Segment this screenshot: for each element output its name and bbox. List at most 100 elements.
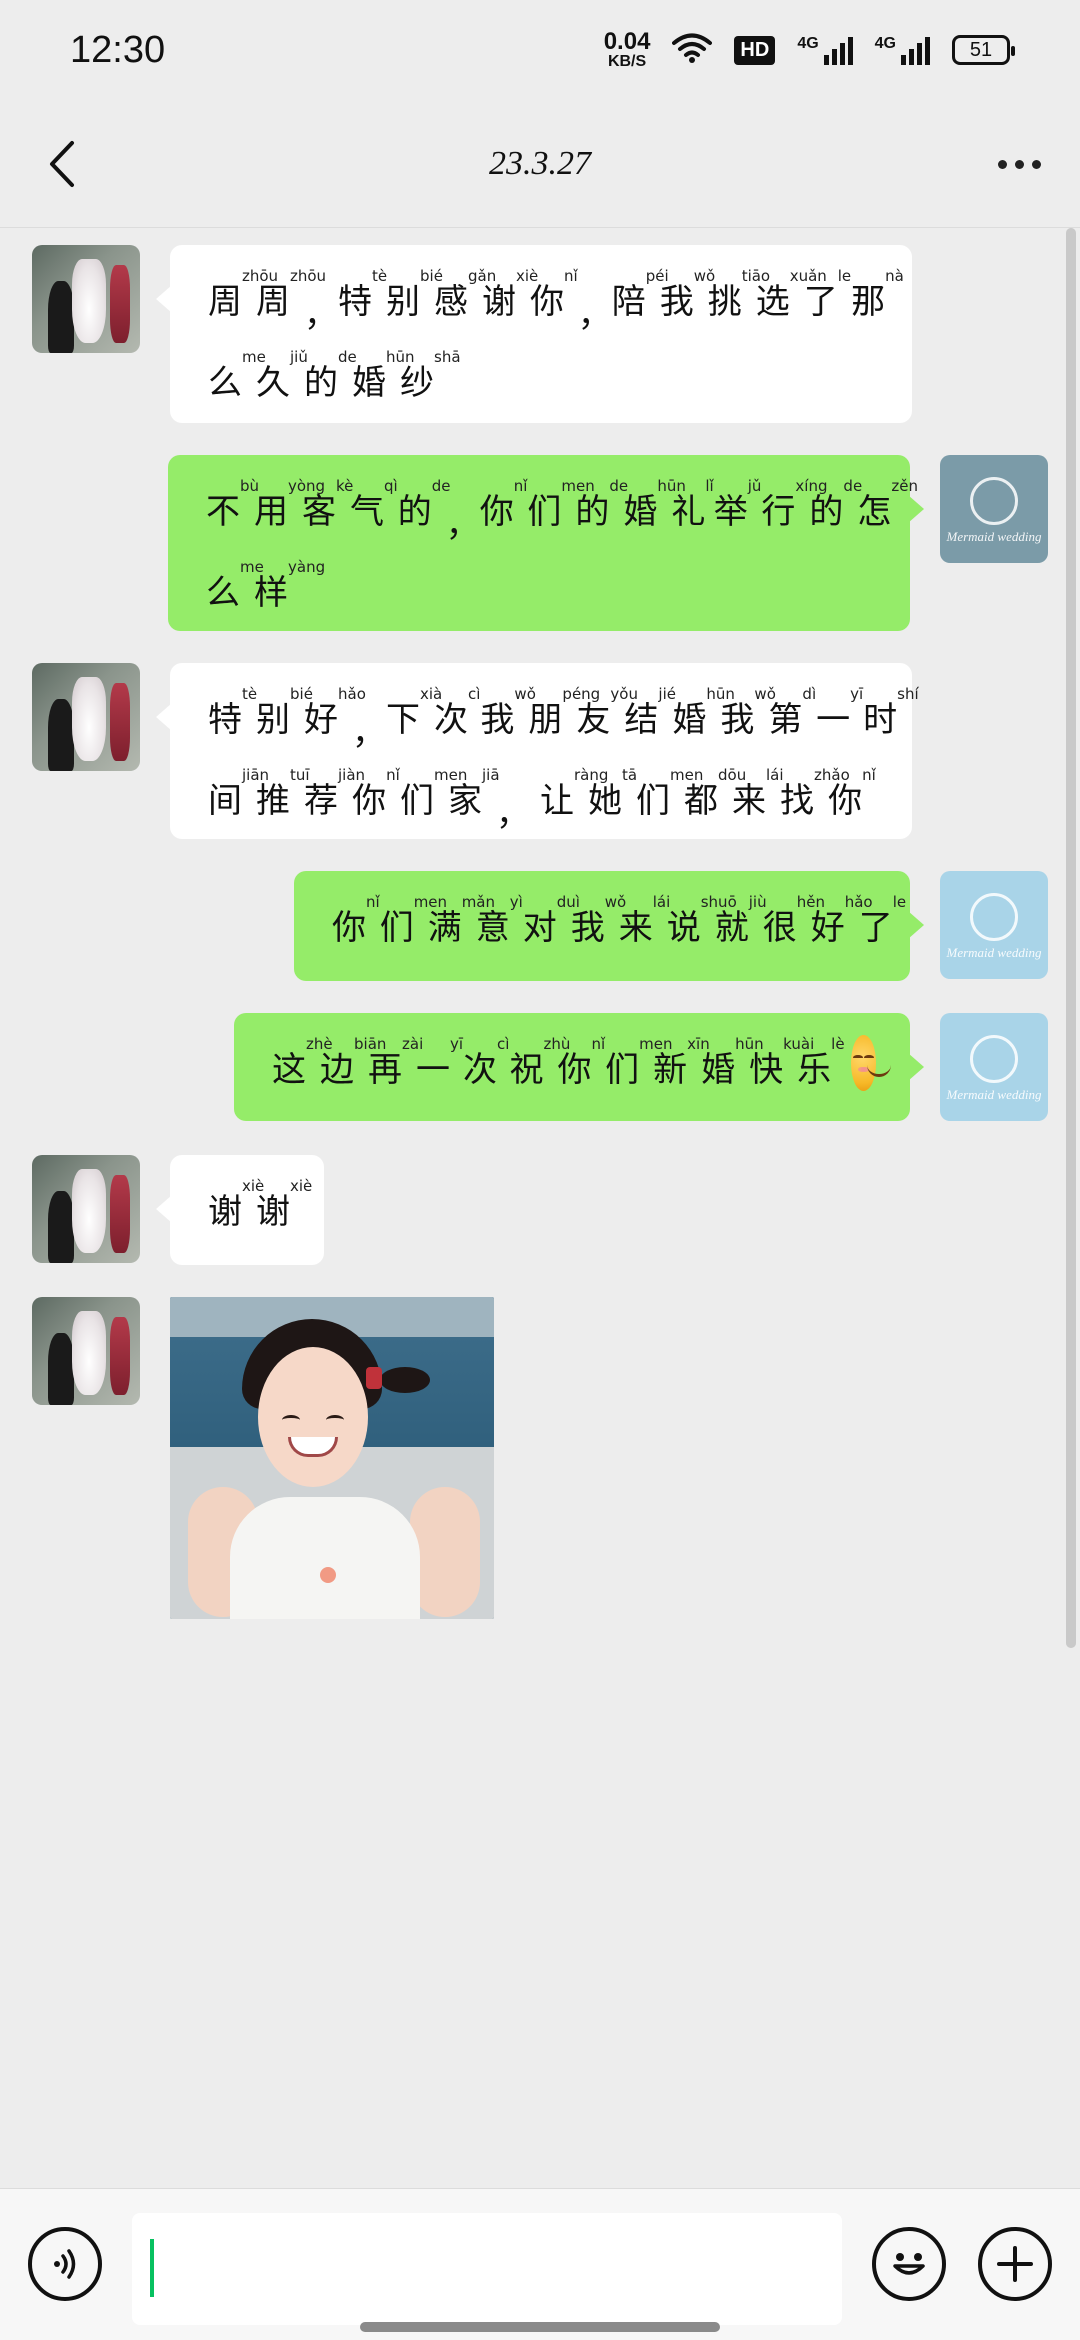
- pinyin: zěn: [891, 477, 919, 495]
- contact-avatar[interactable]: [32, 663, 140, 771]
- hanzi: 友: [576, 700, 611, 740]
- hanzi: 陪: [611, 282, 646, 322]
- received-message-bubble[interactable]: 周zhōu 周zhōu，特tè 别bié 感gǎn 谢xiè 你nǐ，陪péi 我wǒ 挑ti…: [156, 245, 912, 423]
- message-line: 间jiān 推tuī 荐jiàn 你nǐ 们men 家jiā，让ràng 她tā 们men 都d…: [208, 766, 878, 835]
- back-button[interactable]: [30, 132, 94, 196]
- received-message-bubble[interactable]: 谢xiè 谢xiè: [156, 1155, 324, 1265]
- hanzi-with-pinyin: 次cì: [463, 1035, 509, 1091]
- hanzi: 来: [618, 908, 653, 948]
- hanzi: 周: [208, 282, 242, 322]
- hanzi: 特: [338, 282, 372, 322]
- hanzi: 么: [206, 573, 240, 613]
- sent-message-bubble[interactable]: 这zhè 边biān 再zài 一yī 次cì 祝zhù 你nǐ 们men 新xīn 婚hūn 快k…: [234, 1013, 924, 1121]
- avatar-dress: [110, 683, 130, 761]
- battery-icon: 51: [952, 35, 1015, 65]
- hanzi-with-pinyin: 周zhōu: [256, 267, 326, 336]
- pinyin: tè: [372, 267, 388, 285]
- my-avatar[interactable]: Mermaid wedding: [940, 871, 1048, 979]
- hanzi-with-pinyin: 那nà: [851, 267, 904, 336]
- hanzi: 特: [208, 700, 242, 740]
- avatar-logo-ring: [970, 1035, 1018, 1083]
- contact-avatar[interactable]: [32, 1297, 140, 1405]
- hanzi-with-pinyin: 就jiù: [714, 893, 767, 948]
- pinyin: shā: [434, 348, 461, 366]
- scrollbar-thumb[interactable]: [1066, 228, 1076, 1648]
- hanzi-with-pinyin: 的de: [809, 477, 862, 546]
- hanzi-with-pinyin: 谢xiè: [256, 1177, 312, 1229]
- hanzi: 那: [851, 282, 886, 322]
- hanzi: 我: [570, 908, 605, 948]
- battery-level: 51: [969, 38, 993, 61]
- sent-message-bubble[interactable]: 不bù 用yòng 客kè 气qì 的de，你nǐ 们men 的de 婚hūn 礼lǐ 举jǔ 行x…: [168, 455, 924, 631]
- hanzi-with-pinyin: 礼lǐ: [671, 477, 713, 546]
- pinyin: cì: [468, 685, 481, 703]
- hanzi: 荐: [304, 781, 338, 821]
- wifi-icon: [672, 32, 713, 68]
- pinyin: nǐ: [862, 766, 876, 784]
- hanzi-with-pinyin: 别bié: [256, 685, 313, 754]
- hanzi: 你: [828, 781, 863, 821]
- hanzi-with-pinyin: 了le: [858, 893, 906, 948]
- pinyin: xiè: [290, 1177, 313, 1195]
- more-options-button[interactable]: [984, 132, 1054, 196]
- sticker-image[interactable]: [170, 1297, 494, 1619]
- contact-avatar[interactable]: [32, 1155, 140, 1263]
- hanzi-with-pinyin: 我wǒ: [660, 267, 715, 336]
- message-line: 么me 久jiǔ 的de 婚hūn 纱shā: [208, 348, 878, 400]
- hanzi-with-pinyin: 间jiān: [208, 766, 269, 835]
- hanzi: 第: [768, 700, 803, 740]
- scrollbar[interactable]: [1066, 228, 1076, 1648]
- more-dots-icon: [1014, 159, 1024, 169]
- pinyin: nǐ: [591, 1035, 606, 1053]
- hanzi: 你: [352, 781, 387, 821]
- hanzi-with-pinyin: 一yī: [416, 1035, 463, 1091]
- my-avatar[interactable]: Mermaid wedding: [940, 455, 1048, 563]
- plus-button[interactable]: [978, 2227, 1052, 2301]
- emoji-icon: [893, 2253, 925, 2275]
- avatar-person: [48, 1333, 74, 1405]
- hanzi: 对: [522, 908, 557, 948]
- signal-icon: 4G: [797, 35, 853, 65]
- hanzi: 好: [304, 700, 338, 740]
- chat-title: 23.3.27: [489, 144, 591, 182]
- hanzi: 再: [368, 1050, 402, 1090]
- hanzi-with-pinyin: 谢xiè: [208, 1177, 264, 1229]
- avatar-logo-ring: [970, 477, 1018, 525]
- status-icons: 0.04 KB/S HD 4G 4G 51: [604, 30, 1015, 70]
- emoji-button[interactable]: [872, 2227, 946, 2301]
- hanzi: 了: [858, 908, 893, 948]
- hanzi-with-pinyin: 婚hūn: [623, 477, 686, 546]
- photo-bow: [366, 1367, 382, 1389]
- punctuation: ，: [304, 295, 338, 335]
- hanzi: 次: [434, 700, 468, 740]
- hanzi: 她: [588, 781, 622, 821]
- hanzi: 你: [332, 908, 366, 948]
- message-input[interactable]: [132, 2213, 842, 2325]
- pinyin: tā: [622, 766, 638, 784]
- my-avatar[interactable]: Mermaid wedding: [940, 1013, 1048, 1121]
- text-cursor: [150, 2239, 154, 2297]
- hanzi: 就: [714, 908, 749, 948]
- hanzi-with-pinyin: 特tè: [208, 685, 257, 754]
- photo-dress: [230, 1497, 420, 1619]
- photo-ponytail: [380, 1367, 430, 1393]
- pinyin: lè: [831, 1035, 845, 1053]
- home-indicator[interactable]: [360, 2322, 720, 2332]
- hanzi: 们: [400, 781, 434, 821]
- hanzi-with-pinyin: 再zài: [368, 1035, 423, 1091]
- hanzi-with-pinyin: 气qì: [350, 477, 398, 546]
- emoji-mouth: [866, 1065, 891, 1077]
- hanzi-with-pinyin: 么me: [206, 558, 264, 613]
- network-speed: 0.04 KB/S: [604, 30, 651, 70]
- hanzi: 们: [636, 781, 670, 821]
- hanzi: 周: [256, 282, 290, 322]
- received-message-bubble[interactable]: 特tè 别bié 好hǎo，下xià 次cì 我wǒ 朋péng 友yǒu 结jié 婚hūn 我…: [156, 663, 919, 839]
- contact-avatar[interactable]: [32, 245, 140, 353]
- pinyin: jǔ: [747, 477, 762, 495]
- hanzi: 谢: [482, 282, 516, 322]
- sent-message-bubble[interactable]: 你nǐ 们men 满mǎn 意yì 对duì 我wǒ 来lái 说shuō 就jiù 很hěn 好h…: [294, 871, 924, 981]
- hanzi-with-pinyin: 陪péi: [611, 267, 669, 336]
- hanzi-with-pinyin: 谢xiè: [482, 267, 538, 336]
- voice-button[interactable]: [28, 2227, 102, 2301]
- emoji-eye: [853, 1055, 863, 1060]
